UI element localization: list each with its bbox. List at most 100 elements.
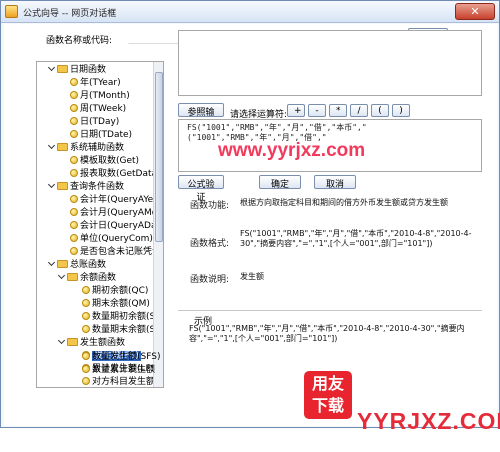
dialog-client: 函数名称或代码: 查找 日期函数 年(TYear) 月(TMonth) 周(TW… (4, 24, 500, 434)
tree-label: 对方科目发生额 (92, 377, 154, 387)
tree-node-qc[interactable]: 期初余额(QC) (82, 285, 148, 297)
logo-site-text: YYRJXZ.COM (357, 408, 500, 434)
op-minus-button[interactable]: - (308, 104, 326, 117)
folder-icon (57, 143, 68, 151)
tree-node-ledger-functions[interactable]: 总账函数 (47, 258, 106, 271)
function-note-label: 函数说明: (190, 275, 230, 285)
function-icon (82, 325, 90, 333)
app-icon (5, 5, 18, 18)
tree-node-date-functions[interactable]: 日期函数 (47, 63, 107, 76)
folder-icon (57, 65, 68, 73)
expand-icon[interactable] (57, 336, 66, 345)
function-icon (70, 234, 78, 242)
logo-badge-top: 用友 (311, 374, 344, 393)
tree-label: 查询条件函数 (70, 182, 125, 192)
function-icon (82, 377, 90, 385)
tree-node-qm[interactable]: 期末余额(QM) (82, 298, 150, 310)
formula-line-1: FS("1001","RMB","年","月","借","本币"," (187, 123, 367, 132)
function-tree[interactable]: 日期函数 年(TYear) 月(TMonth) 周(TWeek) 日(TDay)… (36, 61, 164, 388)
tree-label: 单位(QueryCom) (80, 234, 153, 244)
expand-icon[interactable] (57, 271, 66, 280)
tree-node-tyear[interactable]: 年(TYear) (70, 77, 121, 89)
tree-label: 会计年(QueryAYear) (80, 195, 154, 205)
tree-node-query-conditions[interactable]: 查询条件函数 (47, 180, 125, 193)
search-label: 函数名称或代码: (46, 36, 113, 46)
ok-button[interactable]: 确定 (259, 175, 301, 190)
tree-node-tmonth[interactable]: 月(TMonth) (70, 90, 130, 102)
function-icon (82, 299, 90, 307)
tree-node-queryayear[interactable]: 会计年(QueryAYear) (70, 194, 154, 206)
tree-node-queryamonth[interactable]: 会计月(QueryAMonth) (70, 207, 154, 219)
title-bar[interactable]: 公式向导 -- 网页对话框 ✕ (1, 1, 499, 23)
tree-scrollbar[interactable] (153, 62, 163, 387)
scrollbar-thumb[interactable] (155, 72, 163, 242)
tree-node-sqc[interactable]: 数量期初余额(SQC) (82, 311, 154, 323)
site-watermark: www.yyrjxz.com (218, 140, 366, 161)
tree-list: 日期函数 年(TYear) 月(TMonth) 周(TWeek) 日(TDay)… (37, 62, 154, 387)
ref-input-button[interactable]: 参照输入 (178, 103, 224, 131)
op-divide-button[interactable]: / (350, 104, 368, 117)
function-icon (70, 247, 78, 255)
function-desc-value: 根据方向取指定科目和期间的借方外币发生额或贷方发生额 (240, 198, 448, 207)
op-multiply-button[interactable]: * (329, 104, 347, 117)
folder-icon (67, 273, 78, 281)
tree-label: 期初余额(QC) (92, 286, 149, 296)
function-icon (70, 195, 78, 203)
validate-button[interactable]: 公式验证 (178, 175, 224, 203)
tree-label: 是否包含未记账凭证 (80, 247, 154, 257)
function-desc-label: 函数功能: (190, 201, 230, 211)
op-lparen-button[interactable]: ( (371, 104, 389, 117)
tree-node-amount-functions[interactable]: 发生额函数 (57, 336, 125, 349)
function-icon (70, 91, 78, 99)
expand-icon[interactable] (47, 258, 56, 267)
tree-node-slfs[interactable]: 数量累计发生额 (82, 364, 155, 376)
op-plus-button[interactable]: + (287, 104, 305, 117)
tree-label: 余额函数 (80, 273, 117, 283)
close-button[interactable]: ✕ (455, 3, 495, 20)
function-format-label: 函数格式: (190, 239, 230, 249)
expand-icon[interactable] (47, 63, 56, 72)
tree-node-dfs[interactable]: 对方科目发生额 (82, 376, 154, 387)
function-icon (70, 208, 78, 216)
tree-node-getdata[interactable]: 报表取数(GetData) (70, 168, 154, 180)
tree-label: 月(TMonth) (80, 91, 130, 101)
function-icon (70, 78, 78, 86)
tree-node-sfs[interactable]: 数量发生额(SFS) (82, 351, 160, 363)
tree-label: 周(TWeek) (80, 104, 127, 114)
tree-node-queryaday[interactable]: 会计日(QueryADay) (70, 220, 154, 232)
tree-node-include-unposted[interactable]: 是否包含未记账凭证 (70, 246, 154, 258)
function-icon (82, 312, 90, 320)
tree-node-get[interactable]: 模板取数(Get) (70, 155, 139, 167)
tree-node-system-helpers[interactable]: 系统辅助函数 (47, 141, 125, 154)
tree-node-balance-functions[interactable]: 余额函数 (57, 271, 117, 284)
function-icon (70, 156, 78, 164)
tree-node-tweek[interactable]: 周(TWeek) (70, 103, 126, 115)
tree-label: 会计日(QueryADay) (80, 221, 154, 231)
tree-label: 日期(TDate) (80, 130, 133, 140)
cancel-button[interactable]: 取消 (314, 175, 356, 190)
function-format-value: FS("1001","RMB","年","月","借","本币","2010-4… (240, 229, 472, 248)
tree-node-tday[interactable]: 日(TDay) (70, 116, 119, 128)
tree-node-querycom[interactable]: 单位(QueryCom) (70, 233, 153, 245)
tree-node-sqm[interactable]: 数量期末余额(SQM) (82, 324, 154, 336)
function-icon (70, 169, 78, 177)
tree-node-tdate[interactable]: 日期(TDate) (70, 129, 132, 141)
function-icon (70, 117, 78, 125)
tree-label: 系统辅助函数 (70, 143, 125, 153)
tree-label: 数量发生额(SFS) (92, 352, 161, 362)
site-logo: 用友 下载 YYRJXZ.COM (304, 371, 500, 452)
tree-label: 期末余额(QM) (92, 299, 150, 309)
function-icon (82, 286, 90, 294)
logo-badge-bottom: 下载 (311, 396, 344, 415)
tree-label: 日期函数 (70, 65, 107, 75)
expand-icon[interactable] (47, 180, 56, 189)
expand-icon[interactable] (47, 141, 56, 150)
window-title: 公式向导 -- 网页对话框 (23, 9, 117, 19)
dialog-window: 公式向导 -- 网页对话框 ✕ 函数名称或代码: 查找 日期函数 年(TYear… (0, 0, 500, 434)
expression-editor[interactable] (178, 30, 482, 96)
tree-label: 报表取数(GetData) (80, 169, 154, 179)
folder-icon (57, 182, 68, 190)
tree-label: 年(TYear) (80, 78, 121, 88)
op-rparen-button[interactable]: ) (392, 104, 410, 117)
logo-badge: 用友 下载 (304, 371, 352, 419)
